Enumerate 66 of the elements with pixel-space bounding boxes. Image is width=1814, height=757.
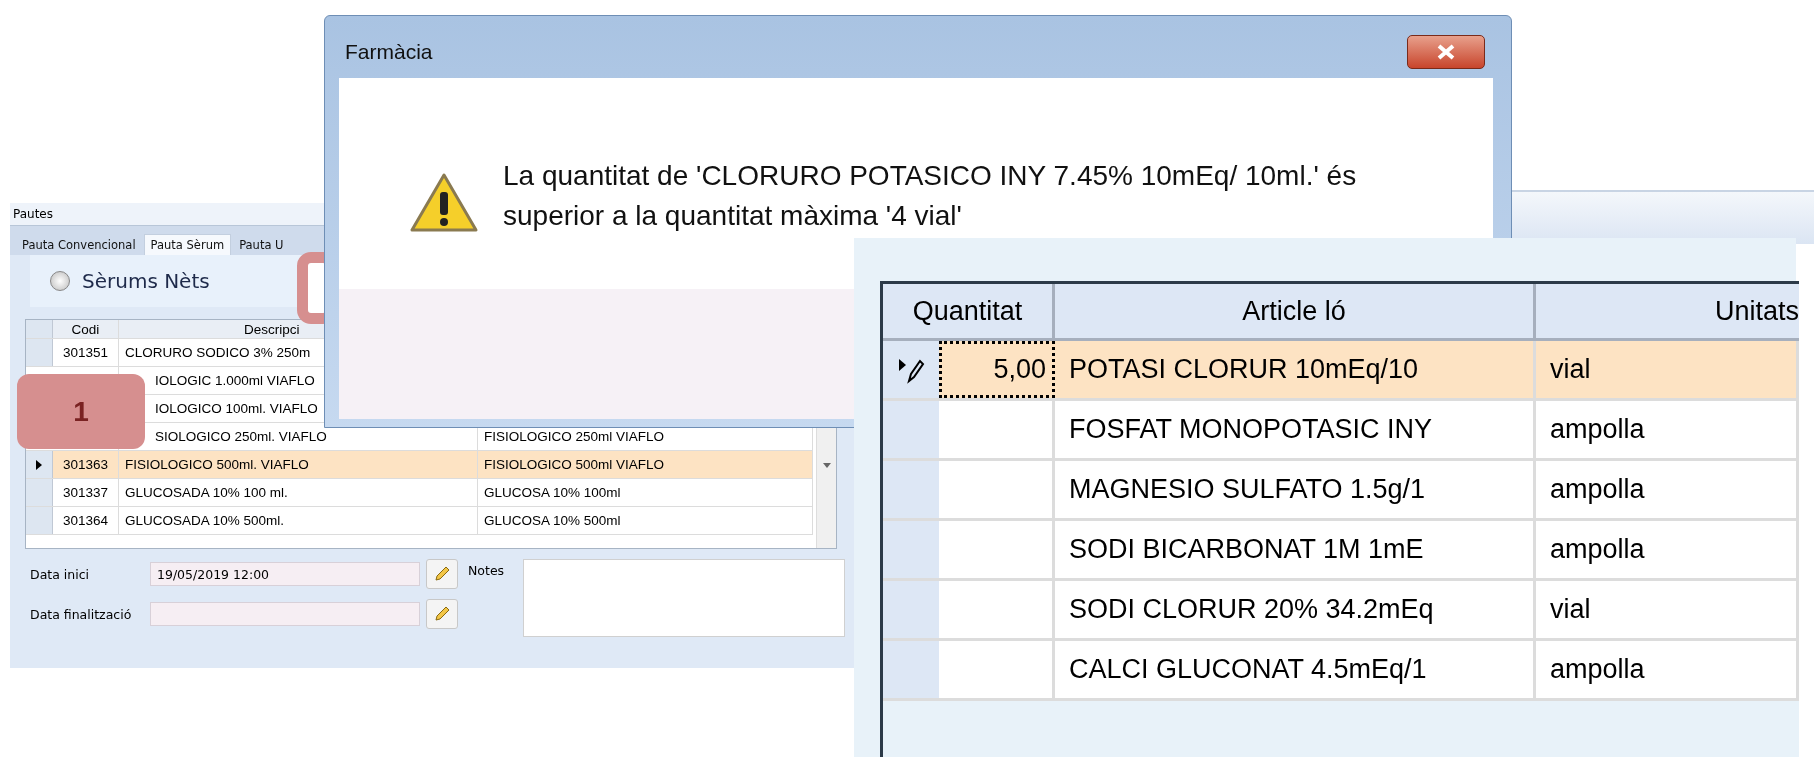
- table-row[interactable]: 301364 GLUCOSADA 10% 500ml. GLUCOSA 10% 500ml: [26, 507, 813, 535]
- radio-label: Sèrums Nèts: [82, 269, 210, 293]
- table-cell: 301351: [62, 345, 109, 360]
- row-pointer-icon: [36, 459, 42, 470]
- radio-button[interactable]: [50, 271, 70, 291]
- close-icon: [1435, 44, 1457, 60]
- tab[interactable]: Pauta Sèrum: [143, 234, 232, 255]
- tab[interactable]: Pauta Convencional: [16, 234, 142, 255]
- column-header[interactable]: Article ló: [1055, 284, 1536, 338]
- table-row[interactable]: MAGNESIO SULFATO 1.5g/1 ampolla: [883, 461, 1799, 521]
- column-header[interactable]: Descripci: [244, 321, 300, 337]
- table-cell: CLORURO SODICO 3% 250m: [125, 345, 311, 360]
- dialog-message: La quantitat de 'CLORURO POTASICO INY 7.45% 10mEq/ 10ml.' és superior a la quantitat màxima '4 vial': [503, 159, 1358, 233]
- table-cell: SODI CLORUR 20% 34.2mEq: [1069, 594, 1434, 625]
- table-cell: SIOLOGICO 250ml. VIAFLO: [155, 429, 327, 444]
- warning-icon: [409, 172, 479, 234]
- table-cell: ampolla: [1550, 474, 1645, 505]
- table-cell: POTASI CLORUR 10mEq/10: [1069, 354, 1419, 385]
- table-cell: ampolla: [1550, 414, 1645, 445]
- table-cell: GLUCOSA 10% 500ml: [484, 513, 621, 528]
- table-cell: IOLOGICO 100ml. VIAFLO: [155, 401, 318, 416]
- table-cell: vial: [1550, 354, 1591, 385]
- table-cell: SODI BICARBONAT 1M 1mE: [1069, 534, 1424, 565]
- field-label: Data finalització: [30, 606, 133, 622]
- table-cell: FISIOLOGICO 250ml VIAFLO: [484, 429, 665, 444]
- edit-button[interactable]: [426, 559, 458, 589]
- table-row[interactable]: SODI BICARBONAT 1M 1mE ampolla: [883, 521, 1799, 581]
- annotation-badge: 1: [17, 374, 145, 449]
- tab[interactable]: Pauta U: [233, 234, 290, 255]
- row-header[interactable]: [26, 451, 53, 478]
- table-cell: ampolla: [1550, 534, 1645, 565]
- pencil-icon: [433, 565, 451, 583]
- table-cell: IOLOGIC 1.000ml VIAFLO: [155, 373, 315, 388]
- table-cell: vial: [1550, 594, 1591, 625]
- table-cell: ampolla: [1550, 654, 1645, 685]
- table-row[interactable]: 301363 FISIOLOGICO 500ml. VIAFLO FISIOLOGICO 500ml VIAFLO: [26, 451, 813, 479]
- column-header[interactable]: Codi: [53, 320, 119, 338]
- field-label: Notes: [468, 562, 506, 580]
- dialog-title: Farmàcia: [344, 40, 433, 64]
- date-field[interactable]: 19/05/2019 12:00: [150, 562, 420, 586]
- window-title: Pautes: [13, 207, 53, 221]
- table-cell: MAGNESIO SULFATO 1.5g/1: [1069, 474, 1426, 505]
- pencil-icon: [433, 605, 451, 623]
- column-header[interactable]: Unitats: [1536, 284, 1799, 338]
- table-cell: FOSFAT MONOPOTASIC INY: [1069, 414, 1433, 445]
- field-label: Data inici: [30, 566, 91, 582]
- notes-field[interactable]: [523, 559, 845, 637]
- table-row[interactable]: 301337 GLUCOSADA 10% 100 ml. GLUCOSA 10% 100ml: [26, 479, 813, 507]
- table-row[interactable]: SODI CLORUR 20% 34.2mEq vial: [883, 581, 1799, 641]
- table-row[interactable]: FOSFAT MONOPOTASIC INY ampolla: [883, 401, 1799, 461]
- date-field[interactable]: [150, 602, 420, 626]
- table-row[interactable]: CALCI GLUCONAT 4.5mEq/1 ampolla: [883, 641, 1799, 701]
- table-cell: FISIOLOGICO 500ml VIAFLO: [484, 457, 665, 472]
- table-cell: GLUCOSADA 10% 500ml.: [125, 513, 285, 528]
- table-cell: FISIOLOGICO 500ml. VIAFLO: [125, 457, 309, 472]
- table-cell: CALCI GLUCONAT 4.5mEq/1: [1069, 654, 1427, 685]
- scroll-down-icon[interactable]: [822, 463, 831, 468]
- table-cell: GLUCOSADA 10% 100 ml.: [125, 485, 288, 500]
- table-row[interactable]: 5,00 POTASI CLORUR 10mEq/10 vial: [883, 341, 1799, 401]
- column-header[interactable]: Quantitat: [883, 284, 1055, 338]
- edit-button[interactable]: [426, 599, 458, 629]
- close-button[interactable]: [1407, 35, 1485, 69]
- table-cell: 301363: [62, 457, 109, 472]
- table-cell: GLUCOSA 10% 100ml: [484, 485, 621, 500]
- table-cell: 301364: [62, 513, 109, 528]
- table-cell: 301337: [62, 485, 109, 500]
